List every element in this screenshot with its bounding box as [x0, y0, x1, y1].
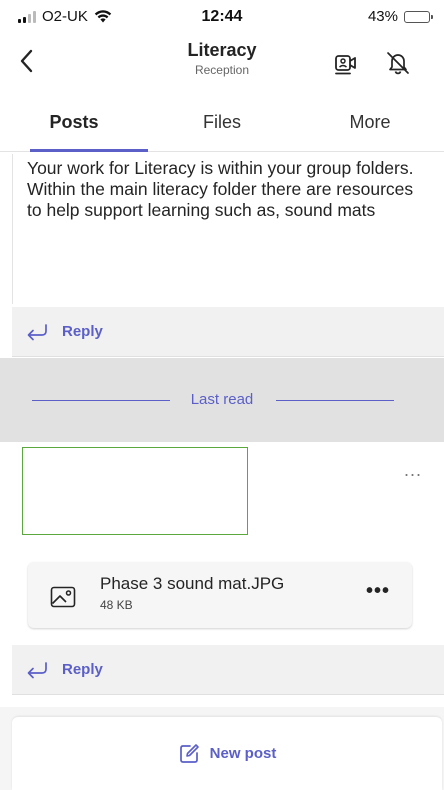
channel-header: Literacy Reception [0, 34, 444, 90]
battery-icon [404, 10, 433, 23]
new-post-bar: New post [0, 707, 444, 790]
status-bar: O2-UK 12:44 43% [0, 0, 444, 34]
post-line: Within the main literacy folder there ar… [27, 179, 414, 220]
channel-title: Literacy [187, 40, 257, 60]
reply-icon [27, 661, 47, 678]
attachment-card[interactable]: Phase 3 sound mat.JPG 48 KB ••• [28, 562, 412, 628]
new-post-button[interactable]: New post [12, 717, 442, 790]
tab-files[interactable]: Files [148, 96, 296, 151]
last-read-divider: Last read [0, 358, 444, 442]
reply-button[interactable]: Reply [12, 645, 444, 695]
reply-label: Reply [62, 661, 103, 678]
meet-now-icon[interactable] [332, 50, 358, 76]
battery-percent: 43% [367, 8, 398, 25]
channel-tabs: Posts Files More [0, 96, 444, 152]
image-file-icon [50, 586, 76, 608]
reply-button[interactable]: Reply [12, 307, 444, 357]
tab-more[interactable]: More [296, 96, 444, 151]
tab-posts[interactable]: Posts [0, 96, 148, 152]
reply-label: Reply [62, 323, 103, 340]
post-message: Your work for Literacy is within your gr… [12, 154, 436, 304]
bell-off-icon[interactable] [385, 50, 411, 76]
compose-icon [179, 743, 199, 763]
reply-icon [27, 323, 47, 340]
attachment-more-button[interactable]: ••• [366, 580, 390, 603]
post-with-attachment: ... Phase 3 sound mat.JPG 48 KB ••• [0, 442, 444, 645]
channel-title-group: Literacy Reception [0, 40, 444, 77]
new-post-label: New post [209, 745, 277, 762]
battery-info: 43% [367, 8, 433, 25]
post-line: Your work for Literacy is within your gr… [27, 158, 414, 178]
channel-subtitle: Reception [194, 63, 250, 77]
attachment-name: Phase 3 sound mat.JPG [100, 574, 285, 593]
attachment-size: 48 KB [100, 598, 133, 612]
post-more-button[interactable]: ... [404, 460, 422, 481]
image-placeholder[interactable] [22, 447, 248, 535]
divider-line [276, 400, 394, 401]
